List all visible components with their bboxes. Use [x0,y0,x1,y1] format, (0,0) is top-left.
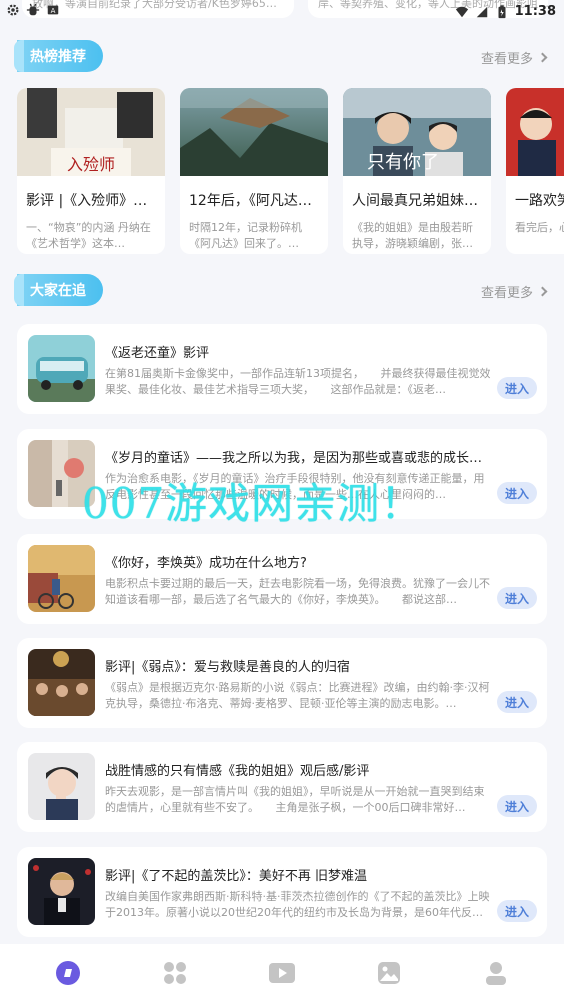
hot-card-desc: 《我的姐姐》是由殷若昕执导，游晓颖编剧，张… [352,221,473,250]
list-item-title: 《返老还童》影评 [105,346,210,361]
hot-card[interactable]: 只有你了 人间最真兄弟姐妹… 《我的姐姐》是由殷若昕执导，游晓颖编剧，张… [343,88,491,254]
list-item[interactable]: 影评|《弱点》：爱与救赎是善良的人的归宿 《弱点》是根据迈克尔·路易斯的小说《弱… [17,638,547,728]
list-item-desc: 电影积点卡要过期的最后一天，赶去电影院看一场，免得浪费。犹豫了一会儿不知道该看哪… [105,577,490,606]
settings-icon [7,4,19,16]
svg-text:只有你了: 只有你了 [367,152,439,173]
enter-button[interactable]: 进入 [497,377,537,399]
hot-card-thumbnail [506,88,564,176]
partial-card-left: 放啊，等演自前纪录了大部分受访者/K色罗婷65… [22,0,294,18]
chevron-right-icon [537,52,548,63]
follow-badge: 大家在追 [14,274,103,306]
hot-card[interactable]: 入殓师 影评 |《入殓师》的“… 一、“物哀”的内涵 丹纳在《艺术哲学》这本… [17,88,165,254]
wifi-icon [455,6,468,17]
list-item-desc: 《弱点》是根据迈克尔·路易斯的小说《弱点：比赛进程》改编，由约翰·李·汉柯克执导… [105,681,490,710]
chevron-right-icon [537,286,548,297]
list-item[interactable]: 《返老还童》影评 在第81届奥斯卡金像奖中，一部作品连斩13项提名， 并最终获得… [17,324,547,414]
user-icon [486,962,507,985]
hot-card-thumbnail: 入殓师 [17,88,165,176]
list-item-thumbnail [28,649,95,716]
battery-icon [498,4,506,18]
grid-icon [163,962,186,984]
nav-home[interactable] [48,953,88,993]
list-item-desc: 改编自美国作家弗朗西斯·斯科特·基·菲茨杰拉德创作的《了不起的盖茨比》上映于20… [105,890,490,919]
enter-button[interactable]: 进入 [497,795,537,817]
hot-more-link[interactable]: 查看更多 [481,48,548,67]
hot-card-row: 入殓师 影评 |《入殓师》的“… 一、“物哀”的内涵 丹纳在《艺术哲学》这本… … [17,88,564,254]
list-item-desc: 在第81届奥斯卡金像奖中，一部作品连斩13项提名， 并最终获得最佳视觉效果奖、最… [105,367,491,396]
keyboard-icon: A [47,5,59,15]
hot-card[interactable]: 12年后，《阿凡达… 时隔12年，记录粉碎机《阿凡达》回来了。… [180,88,328,254]
nav-profile[interactable] [476,953,516,993]
hot-badge: 热榜推荐 [14,40,103,72]
hot-card-thumbnail: 只有你了 [343,88,491,176]
enter-button[interactable]: 进入 [497,900,537,922]
hot-card-title: 一路欢笑 [515,193,564,209]
list-item-title: 《岁月的童话》——我之所以为我，是因为那些或喜或悲的成长经… [105,451,493,466]
hot-card-title: 人间最真兄弟姐妹… [352,193,478,209]
list-item[interactable]: 《你好，李焕英》成功在什么地方? 电影积点卡要过期的最后一天，赶去电影院看一场，… [17,534,547,624]
nav-video[interactable] [262,953,302,993]
svg-text:入殓师: 入殓师 [67,155,115,174]
hot-card-title: 12年后，《阿凡达… [189,193,312,209]
list-item-title: 战胜情感的只有情感《我的姐姐》观后感/影评 [105,764,370,779]
hot-card-title: 影评 |《入殓师》的“… [26,193,165,209]
list-item-title: 影评|《了不起的盖茨比》：美好不再 旧梦难温 [105,869,368,884]
list-item-title: 影评|《弱点》：爱与救赎是善良的人的归宿 [105,660,350,675]
status-bar: 放啊，等演自前纪录了大部分受访者/K色罗婷65… 岸、等契养殖、变化，等人上美的… [0,0,564,26]
hot-card-thumbnail [180,88,328,176]
svg-text:A: A [51,7,56,15]
list-item-thumbnail [28,545,95,612]
hot-card-desc: 时隔12年，记录粉碎机《阿凡达》回来了。… [189,221,302,250]
signal-icon [476,6,487,17]
hot-card-desc: 看完后，心静。一直… [515,221,564,234]
image-icon [378,962,401,984]
follow-more-link[interactable]: 查看更多 [481,282,548,301]
clock: 11:38 [514,4,556,19]
hot-section-header: 热榜推荐 查看更多 [0,40,564,74]
nav-category[interactable] [155,953,195,993]
list-item-thumbnail [28,753,95,820]
hot-card[interactable]: 一路欢笑 看完后，心静。一直… [506,88,564,254]
list-item-thumbnail [28,335,95,402]
home-icon [55,961,80,985]
list-item-desc: 昨天去观影，是一部言情片叫《我的姐姐》，早听说是从一开始就一直哭到结束的虐情片，… [105,785,485,814]
hot-card-desc: 一、“物哀”的内涵 丹纳在《艺术哲学》这本… [26,221,151,250]
list-item-title: 《你好，李焕英》成功在什么地方? [105,556,307,571]
watermark: 007游戏网亲测！ [82,479,424,528]
bug-icon [26,3,40,16]
bottom-nav [0,944,564,1002]
video-icon [268,963,295,983]
enter-button[interactable]: 进入 [497,587,537,609]
nav-gallery[interactable] [369,953,409,993]
enter-button[interactable]: 进入 [497,482,537,504]
list-item[interactable]: 战胜情感的只有情感《我的姐姐》观后感/影评 昨天去观影，是一部言情片叫《我的姐姐… [17,742,547,832]
enter-button[interactable]: 进入 [497,691,537,713]
follow-section-header: 大家在追 查看更多 [0,274,564,308]
list-item-thumbnail [28,858,95,925]
list-item[interactable]: 影评|《了不起的盖茨比》：美好不再 旧梦难温 改编自美国作家弗朗西斯·斯科特·基… [17,847,547,937]
